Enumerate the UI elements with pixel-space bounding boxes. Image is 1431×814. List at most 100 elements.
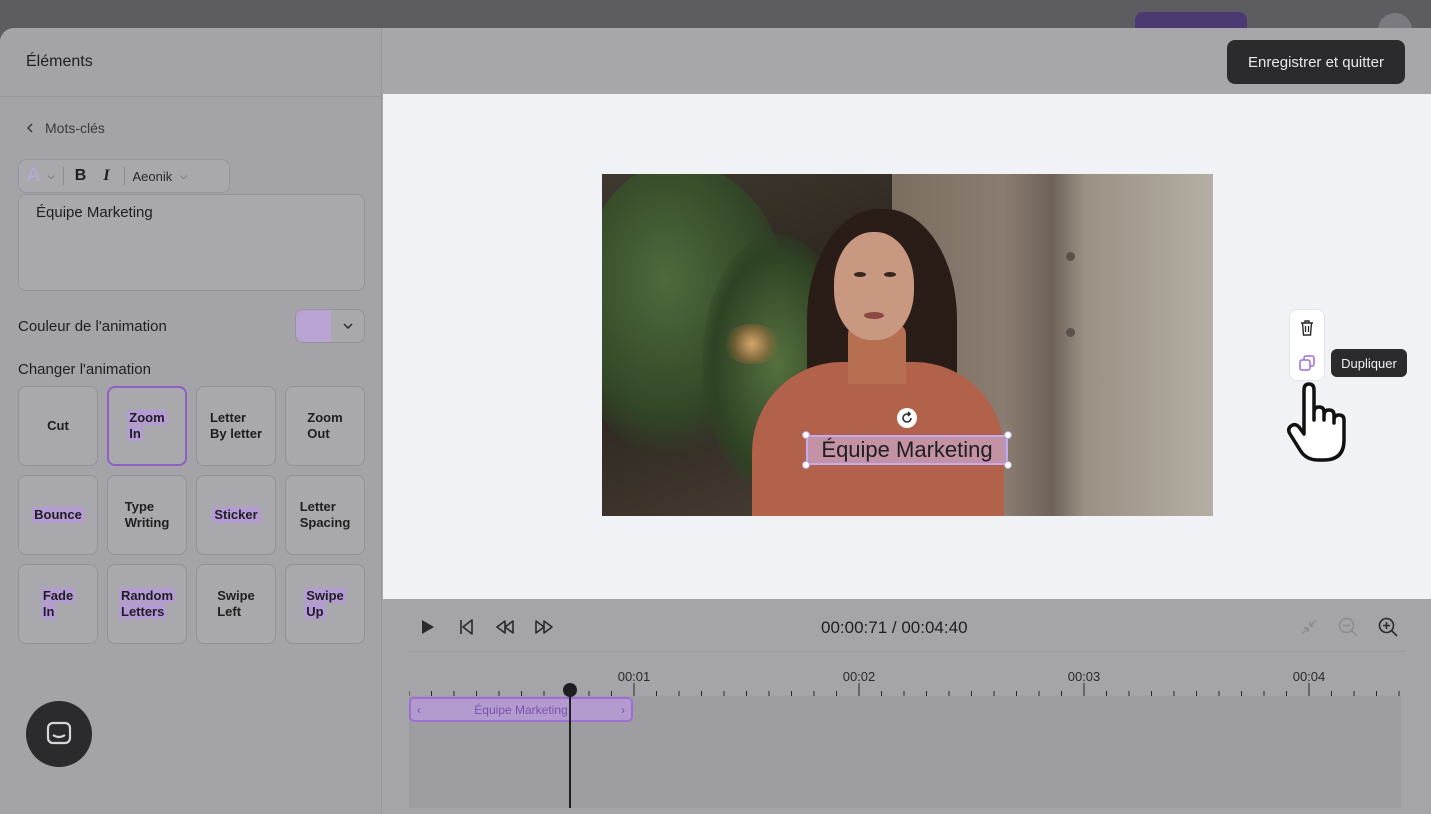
save-and-quit-button[interactable]: Enregistrer et quitter (1227, 40, 1405, 84)
duplicate-tooltip: Dupliquer (1331, 349, 1407, 377)
animation-label: Left (217, 604, 242, 619)
animation-grid: Cut Zoom In Letter By letter Zoom Out Bounc… (18, 386, 365, 644)
tick-label: 00:03 (1067, 669, 1101, 684)
animation-swipe-up-button[interactable]: Swipe Up (285, 564, 365, 644)
animation-label: Writing (124, 515, 170, 530)
zoom-in-button[interactable] (1376, 615, 1400, 639)
timeline-divider (409, 651, 1406, 652)
time-display: 00:00:71 / 00:04:40 (821, 618, 968, 637)
animation-label: Zoom (127, 410, 167, 425)
animation-label: Spacing (299, 515, 351, 530)
tick-label: 00:04 (1292, 669, 1326, 684)
tick-label: 00:01 (617, 669, 651, 684)
animation-label: Letter (299, 499, 336, 514)
elements-panel: Éléments Mots-clés A ⌵ B I Aeonik ⌵ Équi… (0, 28, 382, 814)
fit-timeline-button[interactable] (1297, 615, 1321, 639)
animation-fade-in-button[interactable]: Fade In (18, 564, 98, 644)
video-person-eye (854, 272, 866, 277)
animation-color-label: Couleur de l'animation (18, 318, 167, 335)
animation-label: In (40, 604, 57, 619)
skip-back-icon (460, 619, 473, 635)
animation-label: Bounce (32, 507, 84, 523)
text-input[interactable]: Équipe Marketing (18, 194, 365, 291)
animation-label: By letter (209, 426, 263, 441)
zoom-in-icon (1378, 617, 1398, 637)
animation-zoom-in-button[interactable]: Zoom In (107, 386, 187, 466)
animation-label: Up (304, 604, 326, 619)
video-detail (1066, 328, 1075, 337)
back-label: Mots-clés (45, 120, 105, 136)
animation-bounce-button[interactable]: Bounce (18, 475, 98, 555)
animation-label: Letter (209, 410, 247, 425)
animation-letter-by-letter-button[interactable]: Letter By letter (196, 386, 276, 466)
video-person-mouth (864, 312, 884, 319)
rewind-icon (496, 620, 514, 634)
toolbar-divider (62, 167, 64, 185)
chevron-left-icon (26, 123, 33, 133)
animation-label: Cut (47, 418, 69, 433)
element-tools (1289, 309, 1325, 381)
toolbar-divider (123, 167, 125, 185)
resize-handle[interactable] (1004, 461, 1012, 469)
text-format-toolbar: A ⌵ B I Aeonik ⌵ (18, 159, 230, 193)
timeline-clip[interactable]: ‹ Équipe Marketing › (409, 697, 633, 722)
animation-label: Letters (119, 604, 167, 619)
clip-label: Équipe Marketing (474, 702, 568, 717)
chevron-down-icon[interactable] (331, 320, 364, 332)
fast-forward-button[interactable] (533, 612, 555, 642)
caption-text-box[interactable]: Équipe Marketing (806, 435, 1008, 465)
animation-swipe-left-button[interactable]: Swipe Left (196, 564, 276, 644)
play-icon (422, 620, 434, 634)
color-swatch[interactable] (296, 310, 331, 342)
animation-label: Random (119, 588, 175, 603)
playhead[interactable] (569, 690, 571, 808)
animation-label: Fade (40, 588, 76, 603)
chat-support-button[interactable] (26, 701, 92, 767)
resize-handle[interactable] (802, 461, 810, 469)
animation-label: Out (307, 426, 330, 441)
video-detail (1066, 252, 1075, 261)
duplicate-icon[interactable] (1297, 353, 1317, 373)
resize-handle[interactable] (1004, 431, 1012, 439)
animation-letter-spacing-button[interactable]: Letter Spacing (285, 475, 365, 555)
back-to-keywords-link[interactable]: Mots-clés (25, 120, 105, 136)
video-light (722, 324, 782, 364)
chevron-down-icon[interactable]: ⌵ (180, 171, 187, 182)
text-color-button[interactable]: A (27, 165, 40, 187)
animation-zoom-out-button[interactable]: Zoom Out (285, 386, 365, 466)
bold-button[interactable]: B (72, 167, 90, 185)
italic-button[interactable]: I (98, 167, 116, 185)
zoom-out-button[interactable] (1336, 615, 1360, 639)
play-button[interactable] (416, 612, 438, 642)
animation-label: In (127, 426, 143, 441)
clip-handle-left-icon[interactable]: ‹ (417, 703, 421, 717)
animation-cut-button[interactable]: Cut (18, 386, 98, 466)
hand-cursor-icon (1286, 382, 1346, 462)
zoom-out-icon (1338, 617, 1358, 637)
font-select[interactable]: Aeonik (133, 169, 173, 184)
animation-label: Zoom (307, 410, 343, 425)
animation-color-picker[interactable] (295, 309, 365, 343)
animation-type-writing-button[interactable]: Type Writing (107, 475, 187, 555)
playhead-handle[interactable] (563, 683, 577, 697)
rewind-button[interactable] (494, 612, 516, 642)
chevron-down-icon[interactable]: ⌵ (48, 171, 55, 182)
resize-handle[interactable] (802, 431, 810, 439)
panel-header: Éléments (0, 28, 381, 97)
fast-forward-icon (535, 620, 553, 634)
animation-sticker-button[interactable]: Sticker (196, 475, 276, 555)
animation-label: Sticker (212, 507, 260, 523)
collapse-icon (1301, 619, 1317, 635)
animation-random-letters-button[interactable]: Random Letters (107, 564, 187, 644)
clip-handle-right-icon[interactable]: › (621, 703, 625, 717)
animation-label: Swipe (304, 588, 346, 603)
rotate-handle-icon[interactable] (897, 408, 917, 428)
video-person-face (834, 232, 914, 340)
animation-label: Swipe (217, 588, 255, 603)
skip-to-start-button[interactable] (455, 612, 477, 642)
animation-label: Type (124, 499, 155, 514)
trash-icon[interactable] (1297, 318, 1317, 338)
change-animation-label: Changer l'animation (18, 361, 151, 378)
video-person-eye (884, 272, 896, 277)
tick-label: 00:02 (842, 669, 876, 684)
